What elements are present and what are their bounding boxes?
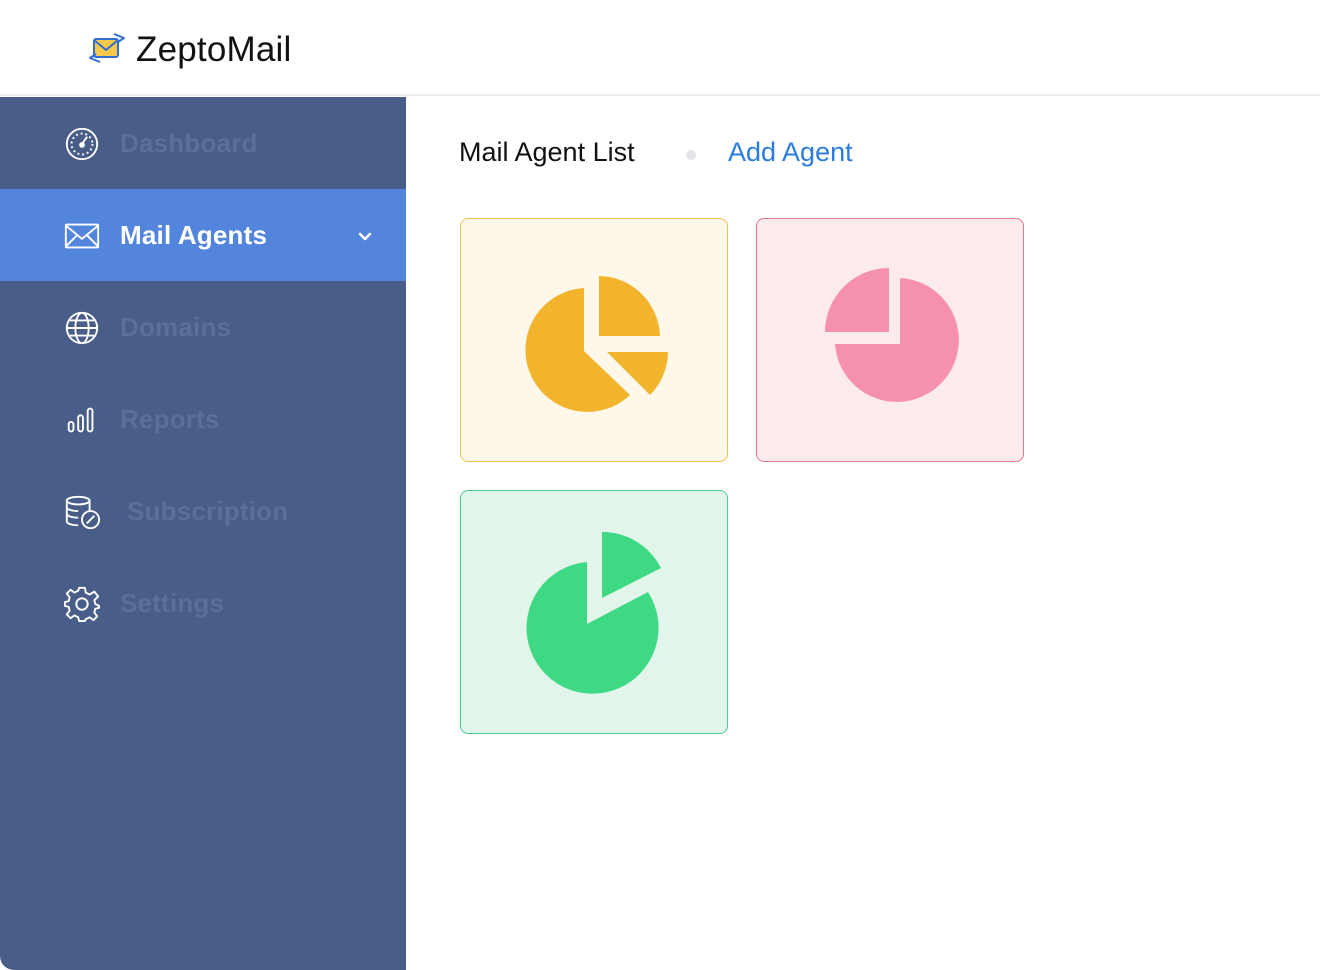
sidebar-item-label: Dashboard	[120, 127, 258, 158]
sidebar: Dashboard Mail Agents Domains Reports Su…	[0, 97, 406, 970]
sidebar-item-label: Reports	[120, 403, 220, 434]
sidebar-item-domains[interactable]: Domains	[0, 281, 406, 373]
app-logo[interactable]: ZeptoMail	[88, 30, 291, 70]
bar-chart-icon	[62, 400, 102, 440]
sidebar-item-subscription[interactable]: Subscription	[0, 465, 406, 557]
zeptomail-envelope-icon	[88, 28, 128, 73]
subscription-coins-icon	[62, 492, 102, 532]
envelope-icon	[62, 216, 102, 256]
globe-icon	[62, 308, 102, 348]
mail-agent-card[interactable]	[460, 218, 728, 462]
sidebar-item-settings[interactable]: Settings	[0, 557, 406, 649]
page-title: Mail Agent List	[459, 137, 635, 167]
pie-chart-icon	[504, 248, 684, 433]
chevron-down-icon[interactable]	[354, 225, 376, 247]
add-agent-link[interactable]: Add Agent	[728, 137, 853, 168]
app-name: ZeptoMail	[136, 30, 292, 69]
sidebar-item-label: Mail Agents	[120, 219, 268, 250]
mail-agent-card[interactable]	[460, 490, 728, 734]
separator-dot	[686, 150, 696, 160]
gear-icon	[62, 584, 102, 624]
sidebar-item-label: Subscription	[127, 495, 289, 526]
pie-chart-icon	[504, 520, 684, 705]
sidebar-item-label: Settings	[120, 587, 225, 618]
dashboard-gauge-icon	[62, 124, 102, 164]
pie-chart-icon	[800, 248, 980, 433]
sidebar-item-label: Domains	[120, 311, 232, 342]
sidebar-item-mail-agents[interactable]: Mail Agents	[0, 189, 406, 281]
top-header: ZeptoMail	[0, 0, 1320, 96]
sidebar-item-reports[interactable]: Reports	[0, 373, 406, 465]
sidebar-item-dashboard[interactable]: Dashboard	[0, 97, 406, 189]
mail-agent-card[interactable]	[756, 218, 1024, 462]
